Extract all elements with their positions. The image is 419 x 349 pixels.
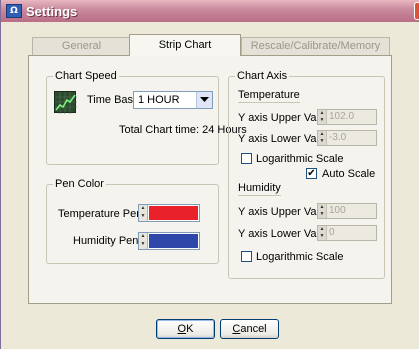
temperature-pen-label: Temperature Pen : bbox=[58, 208, 149, 220]
auto-scale-label: Auto Scale bbox=[322, 168, 376, 180]
humidity-pen-swatch bbox=[149, 234, 198, 248]
temperature-pen-swatch bbox=[149, 206, 198, 220]
hum-upper-value: 100 bbox=[329, 205, 346, 216]
temp-lower-value: -3.0 bbox=[329, 132, 347, 143]
temp-upper-value: 102.0 bbox=[329, 111, 355, 122]
humidity-pen-color[interactable]: ▲ ▼ bbox=[138, 232, 200, 250]
tab-general[interactable]: General bbox=[32, 37, 131, 55]
chevron-down-icon[interactable] bbox=[196, 92, 212, 108]
humidity-pen-spinner[interactable]: ▲ ▼ bbox=[139, 233, 148, 249]
chart-speed-legend: Chart Speed bbox=[55, 70, 117, 82]
pen-color-legend: Pen Color bbox=[55, 178, 104, 190]
humidity-pen-label: Humidity Pen : bbox=[73, 235, 145, 247]
hum-lower-value: 0 bbox=[329, 227, 335, 238]
chart-speed-group: Chart Speed bbox=[46, 70, 219, 165]
cancel-label-rest: ancel bbox=[240, 323, 267, 335]
ok-label-rest: K bbox=[186, 323, 194, 335]
temperature-pen-color[interactable]: ▲ ▼ bbox=[138, 204, 200, 222]
hum-lower-input[interactable]: ▲ ▼ 0 bbox=[317, 225, 377, 241]
hum-log-scale-checkbox[interactable] bbox=[241, 251, 252, 262]
temperature-pen-spinner[interactable]: ▲ ▼ bbox=[139, 205, 148, 221]
temperature-section-label: Temperature bbox=[238, 89, 300, 103]
humidity-section-label: Humidity bbox=[238, 182, 281, 196]
temp-lower-input[interactable]: ▲ ▼ -3.0 bbox=[317, 130, 377, 146]
temp-log-scale-checkbox[interactable] bbox=[241, 153, 252, 164]
tab-rescale-calibrate-memory[interactable]: Rescale/Calibrate/Memory bbox=[241, 37, 390, 55]
temp-upper-input[interactable]: ▲ ▼ 102.0 bbox=[317, 109, 377, 125]
title-bar[interactable]: Ω Settings bbox=[1, 0, 419, 22]
hum-lower-spinner[interactable]: ▲ ▼ bbox=[318, 226, 327, 240]
cancel-button[interactable]: Cancel bbox=[220, 319, 279, 339]
tab-strip-chart[interactable]: Strip Chart bbox=[129, 34, 241, 56]
ok-mnemonic: O bbox=[177, 323, 187, 335]
close-button[interactable] bbox=[414, 2, 419, 20]
temp-log-scale-label: Logarithmic Scale bbox=[256, 153, 344, 165]
hum-upper-spinner[interactable]: ▲ ▼ bbox=[318, 204, 327, 218]
auto-scale-checkbox[interactable]: ✔ bbox=[306, 168, 317, 179]
hum-upper-input[interactable]: ▲ ▼ 100 bbox=[317, 203, 377, 219]
temp-lower-spinner[interactable]: ▲ ▼ bbox=[318, 131, 327, 145]
time-base-value: 1 HOUR bbox=[138, 94, 180, 106]
time-base-select[interactable]: 1 HOUR bbox=[133, 91, 213, 109]
app-icon: Ω bbox=[6, 4, 22, 18]
window-title: Settings bbox=[26, 3, 78, 19]
chart-axis-legend: Chart Axis bbox=[237, 70, 288, 82]
strip-chart-icon bbox=[54, 91, 77, 114]
strip-chart-panel: Chart Speed Time Base : 1 HOUR Total Cha… bbox=[28, 55, 392, 304]
temp-upper-spinner[interactable]: ▲ ▼ bbox=[318, 110, 327, 124]
hum-log-scale-label: Logarithmic Scale bbox=[256, 251, 344, 263]
ok-button[interactable]: OK bbox=[156, 319, 215, 339]
settings-dialog: Ω Settings General Strip Chart Rescale/C… bbox=[0, 0, 419, 349]
